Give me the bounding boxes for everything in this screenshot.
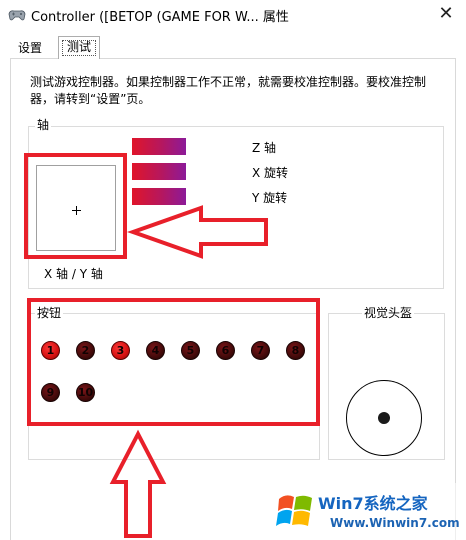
annotation-overlay [109,205,268,538]
focus-rect [62,40,97,56]
arrow-up-icon [109,429,167,538]
arrow-left-icon [126,205,268,259]
watermark-brand: Win7系统之家 [318,494,428,513]
tab-test[interactable]: 测试 [58,36,101,59]
watermark-url: Www.Winwin7.com [330,516,460,530]
